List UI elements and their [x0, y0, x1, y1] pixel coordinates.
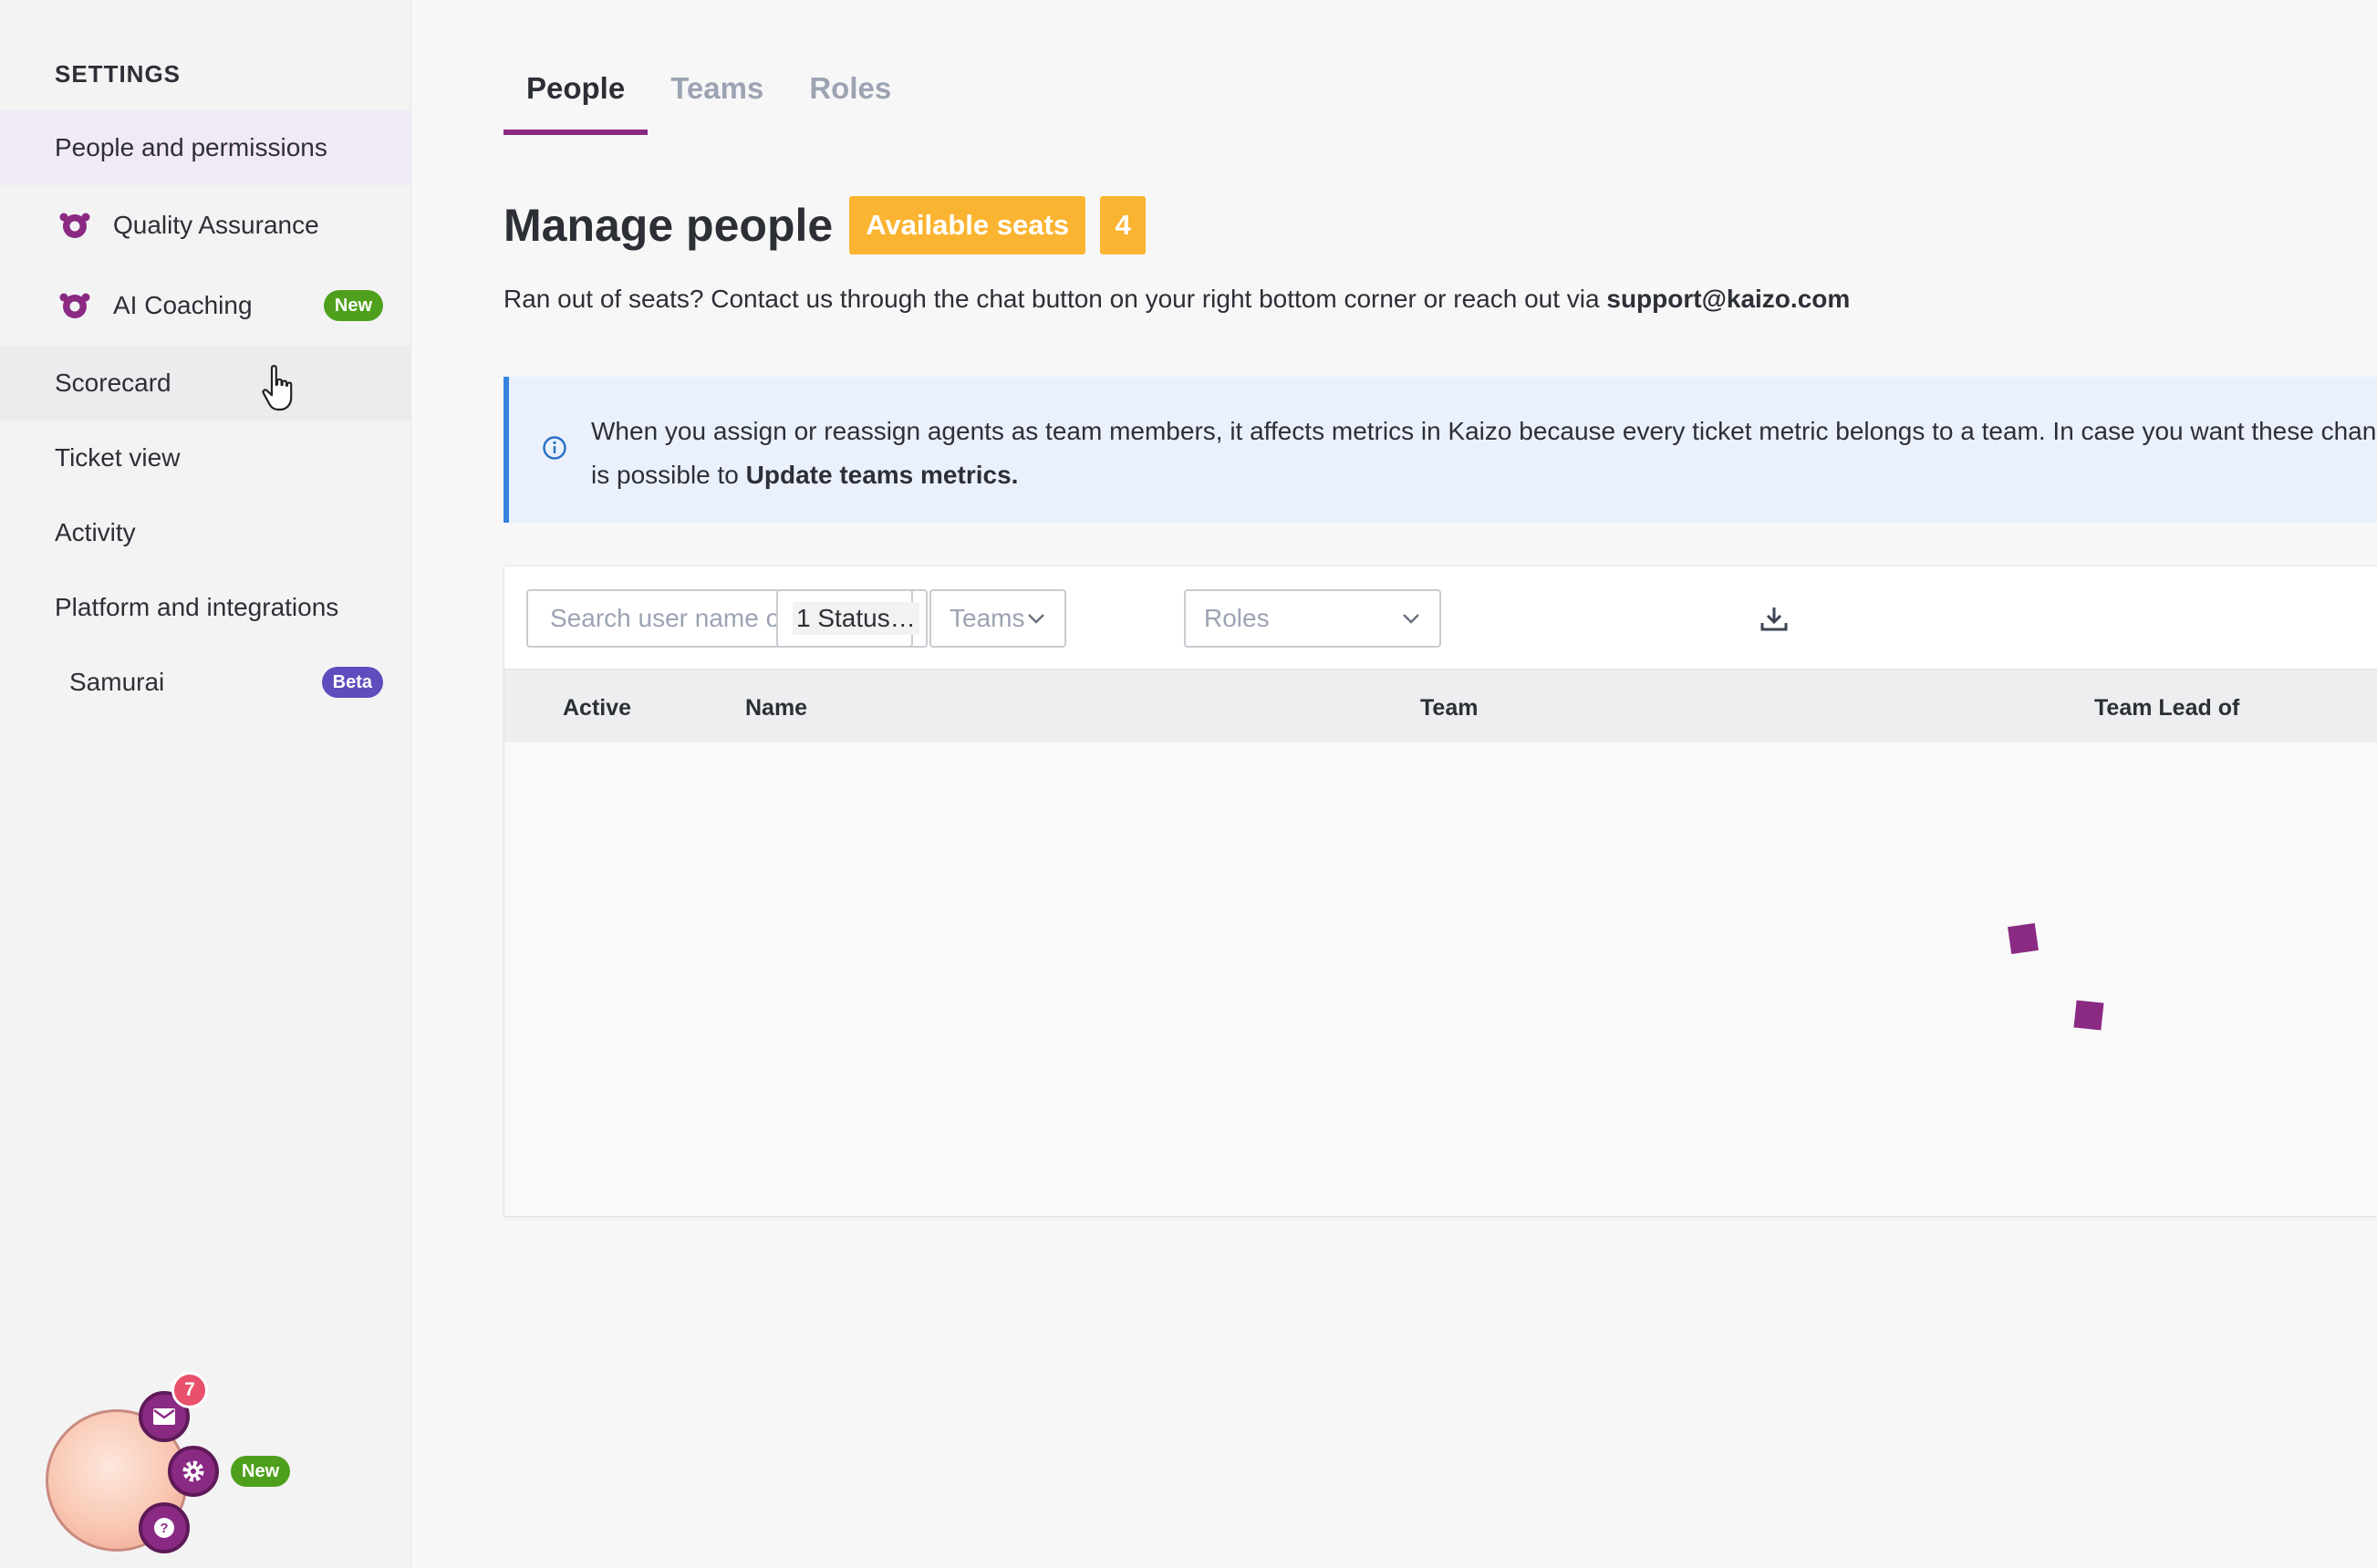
column-header-name[interactable]: Name [745, 695, 807, 722]
roles-filter-select[interactable]: Roles [1184, 589, 1441, 648]
hand-pointer-cursor-icon [262, 365, 293, 411]
sidebar-item-ticket-view[interactable]: Ticket view [0, 421, 410, 495]
sidebar-item-label: Ticket view [55, 443, 181, 472]
main-content: People Teams Roles Manage people Availab… [411, 0, 2377, 1568]
sidebar-item-quality-assurance[interactable]: Quality Assurance [0, 188, 410, 263]
floating-support-widget: 7 New ? [36, 1368, 310, 1568]
help-icon[interactable]: ? [139, 1502, 190, 1553]
settings-sidebar: SETTINGS People and permissions Quality … [0, 0, 411, 1568]
download-icon[interactable] [1758, 603, 1791, 636]
sidebar-item-label: People and permissions [55, 133, 327, 161]
notification-count-badge: 7 [171, 1372, 208, 1408]
status-filter-value: 1 Status… [793, 602, 919, 635]
new-badge: New [323, 290, 383, 321]
info-line-1: When you assign or reassign agents as te… [591, 417, 2377, 445]
page-title: Manage people [503, 200, 834, 251]
sidebar-item-label: Platform and integrations [55, 593, 339, 621]
info-line-2-prefix: is possible to [591, 461, 746, 489]
chevron-down-icon [1028, 614, 1044, 624]
sidebar-item-people-and-permissions[interactable]: People and permissions [0, 110, 410, 185]
sidebar-item-platform-and-integrations[interactable]: Platform and integrations [0, 570, 410, 645]
roles-filter-placeholder: Roles [1204, 604, 1270, 632]
beta-badge: Beta [321, 667, 383, 698]
sidebar-item-samurai[interactable]: Samurai Beta [0, 645, 410, 720]
sidebar-item-label: Samurai [69, 668, 165, 696]
info-circle-icon [542, 435, 567, 465]
chevron-down-icon [1403, 614, 1419, 624]
sidebar-item-label: AI Coaching [113, 291, 253, 319]
available-seats-badge: Available seats [849, 196, 1086, 254]
tab-roles[interactable]: Roles [786, 64, 914, 128]
teams-filter-placeholder: Teams [950, 604, 1025, 632]
manage-header: Manage people Available seats 4 [503, 195, 1147, 255]
update-teams-metrics-link[interactable]: Update teams metrics. [746, 461, 1019, 489]
sidebar-item-label: Quality Assurance [113, 211, 319, 239]
tab-teams[interactable]: Teams [648, 64, 786, 128]
people-tabs: People Teams Roles [503, 64, 914, 135]
sidebar-item-label: Activity [55, 518, 136, 546]
sidebar-item-label: Scorecard [55, 369, 171, 397]
table-header: Active Name Team Team Lead of [504, 670, 2377, 742]
status-filter-select[interactable]: 1 Status… [776, 589, 919, 648]
teams-filter-select[interactable]: Teams [929, 589, 1066, 648]
team-metrics-info-banner: When you assign or reassign agents as te… [503, 377, 2377, 523]
seats-help-text: Ran out of seats? Contact us through the… [503, 285, 1850, 314]
loading-spinner-dot [2008, 923, 2039, 954]
column-header-active[interactable]: Active [563, 695, 631, 722]
kaizo-logo-icon [57, 207, 93, 244]
loading-spinner-dot [2073, 1000, 2104, 1031]
info-message: When you assign or reassign agents as te… [591, 410, 2377, 497]
info-line-2: is possible to Update teams metrics. [591, 453, 2377, 497]
kaizo-logo-icon [57, 287, 93, 324]
svg-text:?: ? [160, 1521, 168, 1536]
tab-people[interactable]: People [503, 64, 649, 135]
seats-help-message: Ran out of seats? Contact us through the… [503, 285, 1607, 313]
gear-icon[interactable] [168, 1446, 219, 1497]
sidebar-title: SETTINGS [55, 60, 182, 88]
sidebar-item-activity[interactable]: Activity [0, 495, 410, 570]
column-header-team-lead-of[interactable]: Team Lead of [2094, 695, 2239, 722]
new-badge: New [231, 1456, 291, 1487]
seats-count-badge: 4 [1100, 196, 1147, 254]
app-root: SETTINGS People and permissions Quality … [0, 0, 2377, 1568]
people-table-card: 1 Status… Teams Roles [503, 566, 2377, 1217]
support-email-link[interactable]: support@kaizo.com [1606, 285, 1850, 313]
sidebar-item-ai-coaching[interactable]: AI Coaching New [0, 268, 410, 343]
column-header-team[interactable]: Team [1420, 695, 1478, 722]
sidebar-item-scorecard[interactable]: Scorecard [0, 346, 410, 421]
filter-bar: 1 Status… Teams Roles [504, 566, 2377, 670]
